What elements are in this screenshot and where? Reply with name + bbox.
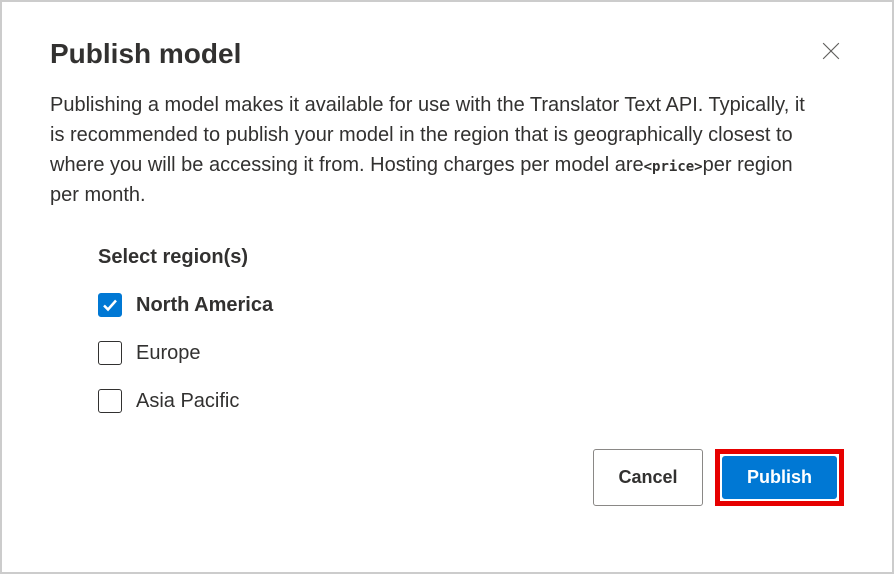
region-checkbox-north-america[interactable]: North America	[98, 293, 844, 317]
publish-model-dialog: Publish model Publishing a model makes i…	[2, 2, 892, 542]
close-button[interactable]	[818, 38, 844, 64]
dialog-description: Publishing a model makes it available fo…	[50, 90, 810, 210]
publish-highlight: Publish	[715, 449, 844, 506]
checkbox-label: Asia Pacific	[136, 390, 239, 413]
check-icon	[102, 297, 118, 313]
checkbox-label: North America	[136, 294, 273, 317]
dialog-footer: Cancel Publish	[50, 449, 844, 506]
region-checkbox-asia-pacific[interactable]: Asia Pacific	[98, 389, 844, 413]
price-placeholder: <price>	[644, 159, 703, 175]
region-checkbox-europe[interactable]: Europe	[98, 341, 844, 365]
checkbox-icon	[98, 389, 122, 413]
checkbox-icon	[98, 341, 122, 365]
dialog-title: Publish model	[50, 38, 241, 70]
dialog-header: Publish model	[50, 38, 844, 70]
cancel-button[interactable]: Cancel	[593, 449, 703, 506]
close-icon	[822, 42, 840, 60]
region-section-label: Select region(s)	[98, 246, 844, 269]
region-section: Select region(s) North America Europe As…	[98, 246, 844, 413]
checkbox-label: Europe	[136, 342, 201, 365]
checkbox-icon	[98, 293, 122, 317]
publish-button[interactable]: Publish	[722, 456, 837, 499]
